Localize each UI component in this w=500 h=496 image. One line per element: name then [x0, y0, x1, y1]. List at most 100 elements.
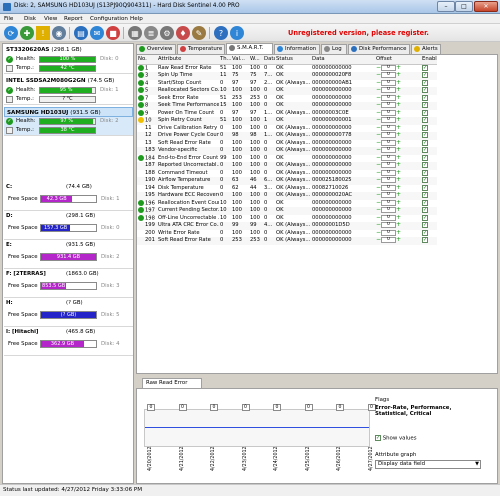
menu-disk[interactable]: Disk: [24, 16, 36, 22]
plus-icon[interactable]: +: [396, 125, 401, 131]
offset-field[interactable]: 0: [381, 207, 396, 213]
enable-checkbox[interactable]: ✓: [422, 79, 428, 86]
show-values-row[interactable]: ✓ Show values: [375, 435, 495, 442]
enable-checkbox[interactable]: ✓: [422, 154, 428, 161]
smart-row[interactable]: 184 End-to-End Error Count 99 100 100 0 OK 0000…: [137, 154, 437, 163]
volume-item[interactable]: H: (? GB) Free Space (? GB) Disk: 5: [4, 298, 133, 327]
col-attribute[interactable]: Attribute: [157, 55, 219, 65]
report-icon[interactable]: ▤: [74, 26, 88, 40]
smart-row[interactable]: 183 Vendor-specific 0 100 100 0 OK (Always... 0…: [137, 147, 437, 155]
offset-field[interactable]: 0: [381, 199, 396, 206]
enable-checkbox[interactable]: ✓: [422, 207, 428, 213]
offset-field[interactable]: 0: [381, 87, 396, 93]
plus-icon[interactable]: +: [396, 80, 401, 86]
enable-checkbox[interactable]: ✓: [422, 94, 428, 101]
smart-row[interactable]: 1 Raw Read Error Rate 51 100 100 0 OK 000000000…: [137, 64, 437, 72]
chip-icon[interactable]: ▦: [128, 26, 142, 40]
warning-icon[interactable]: !: [36, 26, 50, 40]
offset-field[interactable]: 0: [381, 154, 396, 161]
plus-icon[interactable]: +: [396, 140, 401, 146]
smart-row[interactable]: 197 Current Pending Sector... 10 100 100 0 OK 0…: [137, 207, 437, 215]
plus-icon[interactable]: +: [396, 117, 401, 123]
tab-log[interactable]: Log: [321, 44, 347, 54]
plus-icon[interactable]: +: [396, 147, 401, 153]
plus-icon[interactable]: +: [396, 102, 401, 108]
enable-checkbox[interactable]: ✓: [422, 192, 428, 198]
tab-disk-performance[interactable]: Disk Performance: [348, 44, 410, 54]
volume-item[interactable]: E: (931.5 GB) Free Space 931.4 GB Disk: …: [4, 240, 133, 269]
plus-icon[interactable]: +: [396, 200, 401, 206]
plus-icon[interactable]: +: [396, 162, 401, 168]
maximize-button[interactable]: □: [455, 1, 473, 12]
plus-icon[interactable]: +: [396, 230, 401, 236]
menu-help[interactable]: Help: [130, 16, 143, 22]
offset-field[interactable]: 0: [381, 177, 396, 183]
offset-field[interactable]: 0: [381, 139, 396, 146]
smart-row[interactable]: 198 Off-Line Uncorrectable ... 10 100 100 0 OK…: [137, 214, 437, 223]
col-data[interactable]: Data: [263, 55, 275, 65]
menu-view[interactable]: View: [44, 16, 57, 22]
tab-alerts[interactable]: Alerts: [411, 44, 441, 54]
stop-icon[interactable]: ■: [106, 26, 120, 40]
enable-checkbox[interactable]: ✓: [422, 177, 428, 183]
col-no[interactable]: No.: [137, 55, 157, 65]
enable-checkbox[interactable]: ✓: [422, 222, 428, 228]
smart-row[interactable]: 200 Write Error Rate 0 100 100 0 OK (Always...…: [137, 229, 437, 238]
smart-row[interactable]: 9 Power On Time Count 0 97 97 1... OK (Always.…: [137, 109, 437, 118]
smart-row[interactable]: 199 Ultra ATA CRC Error Co... 0 99 99 4... OK …: [137, 222, 437, 230]
enable-checkbox[interactable]: ✓: [422, 199, 428, 206]
plus-icon[interactable]: +: [396, 237, 401, 243]
settings-icon[interactable]: ⚙: [160, 26, 174, 40]
enable-checkbox[interactable]: ✓: [422, 132, 428, 138]
disk-item[interactable]: ST3320620AS (298.1 GB) ✓ Health: 100 % Di…: [4, 45, 133, 74]
enable-checkbox[interactable]: ✓: [422, 109, 428, 116]
plus-icon[interactable]: +: [396, 207, 401, 213]
unregistered-notice[interactable]: Unregistered version, please register.: [288, 29, 429, 37]
smart-row[interactable]: 4 Start/Stop Count 0 97 97 2... OK (Always... 0…: [137, 79, 437, 88]
smart-row[interactable]: 11 Drive Calibration Retry ... 0 100 100 0 OK …: [137, 124, 437, 133]
disk-item[interactable]: INTEL SSDSA2M080G2GN (74.5 GB) ✓ Health: …: [4, 76, 133, 105]
info-icon[interactable]: i: [230, 26, 244, 40]
refresh-icon[interactable]: ⟳: [4, 26, 18, 40]
offset-field[interactable]: 0: [381, 94, 396, 101]
offset-field[interactable]: 0: [381, 109, 396, 116]
tab-overview[interactable]: Overview: [136, 44, 176, 54]
menu-file[interactable]: File: [4, 16, 13, 22]
enable-checkbox[interactable]: ✓: [422, 147, 428, 153]
show-values-checkbox[interactable]: ✓: [375, 435, 381, 441]
close-button[interactable]: ✕: [474, 1, 498, 12]
plus-icon[interactable]: +: [396, 64, 401, 71]
offset-field[interactable]: 0: [381, 79, 396, 86]
minimize-button[interactable]: –: [437, 1, 455, 12]
menu-report[interactable]: Report: [64, 16, 83, 22]
volume-item[interactable]: C: (74.4 GB) Free Space 42.3 GB Disk: 1: [4, 182, 133, 211]
offset-field[interactable]: 0: [381, 222, 396, 228]
attr-graph-select[interactable]: Display data field ▼: [375, 459, 481, 469]
offset-field[interactable]: 0: [381, 169, 396, 176]
col-worst[interactable]: W...: [249, 55, 263, 65]
offset-field[interactable]: 0: [381, 214, 396, 221]
plus-icon[interactable]: +: [396, 132, 401, 138]
plus-icon[interactable]: +: [396, 185, 401, 191]
smart-row[interactable]: 3 Spin Up Time 11 75 75 7... OK 0000000020F8 −0 +…: [137, 72, 437, 80]
offset-field[interactable]: 0: [381, 237, 396, 243]
enable-checkbox[interactable]: ✓: [422, 162, 428, 168]
smart-row[interactable]: 196 Reallocation Event Count 10 100 100 0 OK 00…: [137, 199, 437, 208]
tools-icon[interactable]: ✎: [192, 26, 206, 40]
smart-row[interactable]: 194 Disk Temperature 0 62 44 3... OK (Always..…: [137, 184, 437, 193]
tab-information[interactable]: Information: [274, 44, 320, 54]
plus-icon[interactable]: +: [396, 222, 401, 228]
list-icon[interactable]: ≣: [144, 26, 158, 40]
offset-field[interactable]: 0: [381, 117, 396, 123]
offset-field[interactable]: 0: [381, 184, 396, 191]
offset-field[interactable]: 0: [381, 72, 396, 78]
disk-icon[interactable]: ◉: [52, 26, 66, 40]
offset-field[interactable]: 0: [381, 229, 396, 236]
enable-checkbox[interactable]: ✓: [422, 64, 428, 71]
enable-checkbox[interactable]: ✓: [422, 237, 428, 243]
plus-icon[interactable]: +: [396, 170, 401, 176]
smart-row[interactable]: 12 Drive Power Cycle Count 0 98 98 1... OK (Al…: [137, 132, 437, 140]
email-icon[interactable]: ✉: [90, 26, 104, 40]
enable-checkbox[interactable]: ✓: [422, 184, 428, 191]
col-value[interactable]: Val...: [231, 55, 249, 65]
